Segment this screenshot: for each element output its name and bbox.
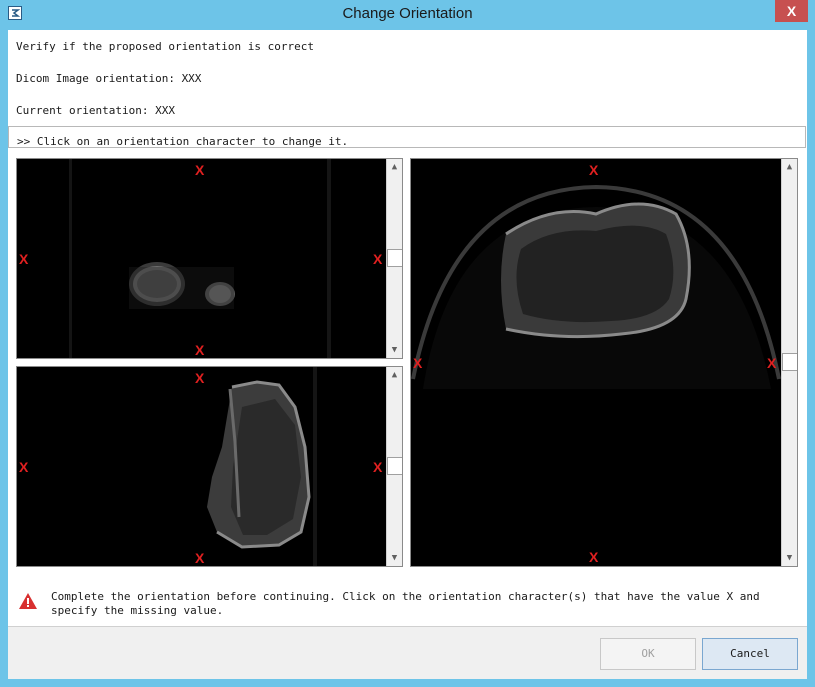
ct-slice-image xyxy=(207,367,317,566)
right-orientation-right[interactable]: X xyxy=(767,356,776,370)
right-orientation-top[interactable]: X xyxy=(589,163,598,177)
ok-button[interactable]: OK xyxy=(600,638,696,670)
bottom-left-orientation-right[interactable]: X xyxy=(373,460,382,474)
scroll-up-button[interactable]: ▲ xyxy=(387,367,402,383)
verify-message: Verify if the proposed orientation is co… xyxy=(16,40,315,53)
scroll-thumb[interactable] xyxy=(387,457,402,475)
warning-triangle-icon xyxy=(19,593,37,609)
scroll-down-button[interactable]: ▼ xyxy=(387,342,402,358)
right-scrollbar[interactable]: ▲ ▼ xyxy=(781,159,797,566)
scroll-thumb[interactable] xyxy=(387,249,402,267)
scroll-up-button[interactable]: ▲ xyxy=(387,159,402,175)
ct-slice-image xyxy=(69,159,331,358)
viewer-bottom-left[interactable]: X X X X ▲ ▼ xyxy=(16,366,403,567)
dialog-window: Change Orientation X Verify if the propo… xyxy=(0,0,815,687)
top-left-orientation-right[interactable]: X xyxy=(373,252,382,266)
top-left-orientation-top[interactable]: X xyxy=(195,163,204,177)
bottom-left-scrollbar[interactable]: ▲ ▼ xyxy=(386,367,402,566)
ct-slice-image xyxy=(411,184,781,389)
top-left-orientation-left[interactable]: X xyxy=(19,252,28,266)
cancel-button[interactable]: Cancel xyxy=(702,638,798,670)
bottom-left-orientation-top[interactable]: X xyxy=(195,371,204,385)
window-title: Change Orientation xyxy=(342,5,473,22)
scroll-down-button[interactable]: ▼ xyxy=(387,550,402,566)
warning-message: Complete the orientation before continui… xyxy=(51,590,760,617)
scroll-up-button[interactable]: ▲ xyxy=(782,159,797,175)
viewer-right[interactable]: X X X X ▲ ▼ xyxy=(410,158,798,567)
top-left-orientation-bottom[interactable]: X xyxy=(195,343,204,357)
title-bar[interactable]: Change Orientation X xyxy=(0,0,815,30)
instruction-text: >> Click on an orientation character to … xyxy=(17,135,349,148)
right-orientation-bottom[interactable]: X xyxy=(589,550,598,564)
viewer-top-left[interactable]: X X X X ▲ ▼ xyxy=(16,158,403,359)
dialog-body: Verify if the proposed orientation is co… xyxy=(8,30,807,679)
bottom-left-orientation-left[interactable]: X xyxy=(19,460,28,474)
scroll-down-button[interactable]: ▼ xyxy=(782,550,797,566)
dicom-orientation-text: Dicom Image orientation: XXX xyxy=(16,72,202,85)
button-bar: OK Cancel xyxy=(8,627,807,679)
current-orientation-text: Current orientation: XXX xyxy=(16,104,175,117)
right-orientation-left[interactable]: X xyxy=(413,356,422,370)
instruction-bar: >> Click on an orientation character to … xyxy=(8,126,806,148)
scroll-thumb[interactable] xyxy=(782,353,797,371)
close-button[interactable]: X xyxy=(775,0,808,22)
bottom-left-orientation-bottom[interactable]: X xyxy=(195,551,204,565)
top-left-scrollbar[interactable]: ▲ ▼ xyxy=(386,159,402,358)
